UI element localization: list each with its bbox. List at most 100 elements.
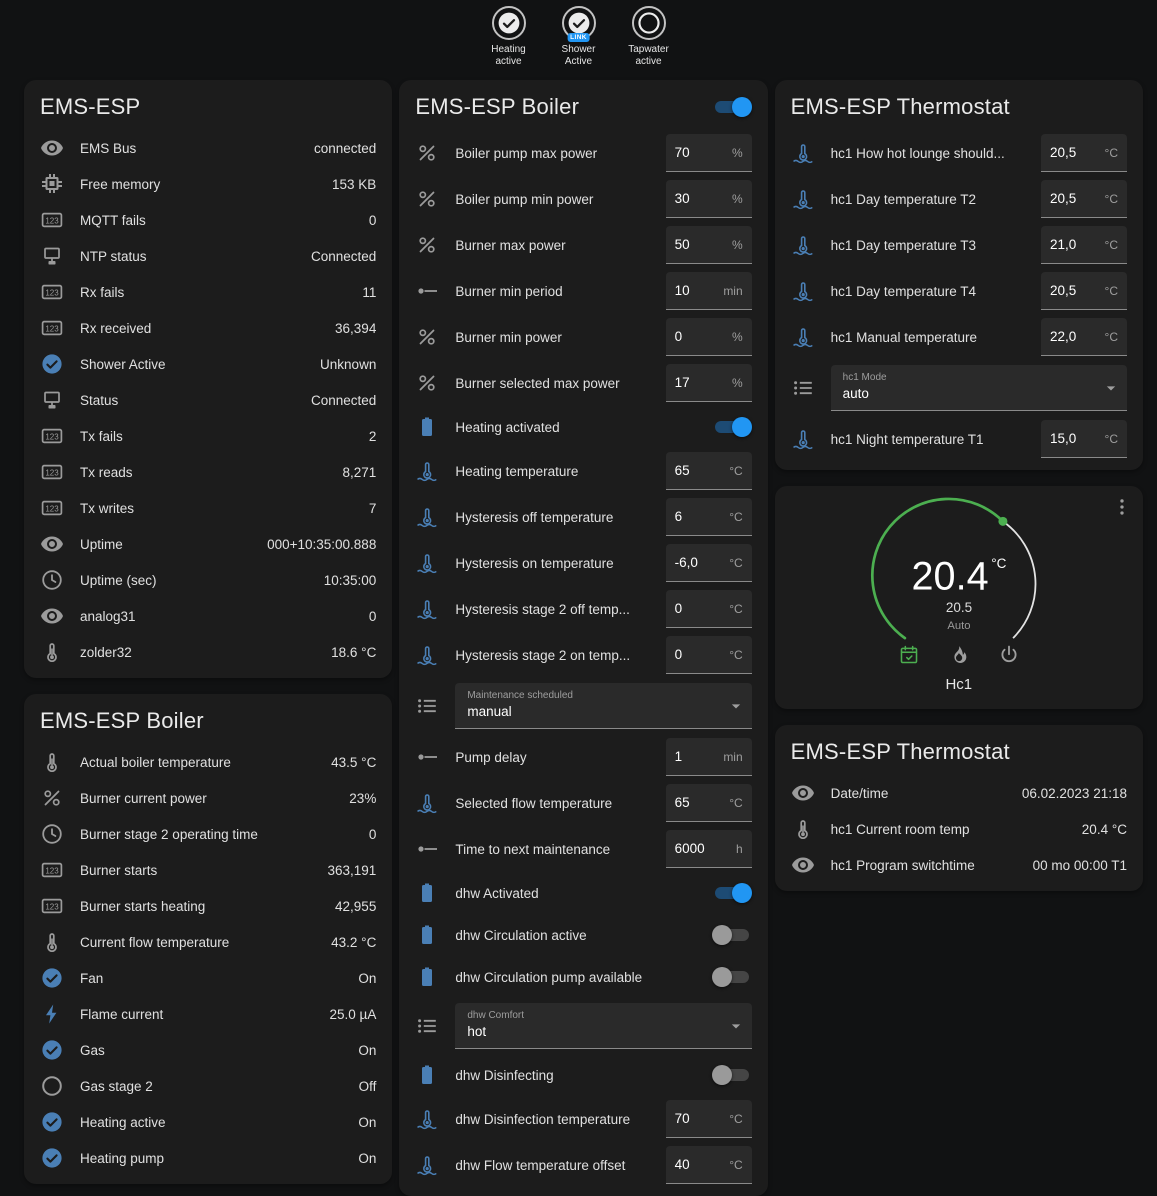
ntp-status-row[interactable]: NTP statusConnected — [24, 238, 392, 274]
fire-icon[interactable] — [948, 644, 970, 666]
rx-fails-row[interactable]: 123Rx fails11 — [24, 274, 392, 310]
tx-fails-row[interactable]: 123Tx fails2 — [24, 418, 392, 454]
entity-name: Uptime — [80, 537, 255, 552]
entity-name: Tx writes — [80, 501, 357, 516]
dots-vertical-icon[interactable] — [1111, 496, 1133, 518]
wave-thermo-icon — [791, 141, 815, 165]
entity-name: hc1 Day temperature T4 — [831, 284, 1029, 299]
pump-delay-row: Pump delay1min — [399, 734, 767, 780]
power-icon[interactable] — [998, 644, 1020, 666]
dhw-comfort-select[interactable]: dhw Comforthot — [455, 1003, 751, 1049]
heating-active-row[interactable]: Heating activeOn — [24, 1104, 392, 1140]
entity-name: Fan — [80, 971, 346, 986]
hc1-night-temperature-t1-input[interactable]: 15,0°C — [1041, 420, 1127, 458]
dhw-circulation-active-switch[interactable] — [712, 925, 752, 945]
badge-tapwater-active[interactable]: Tapwater active — [620, 6, 678, 72]
hysteresis-on-temperature-input[interactable]: -6,0°C — [666, 544, 752, 582]
burner-current-power-row[interactable]: Burner current power23% — [24, 780, 392, 816]
shower-active-row[interactable]: Shower ActiveUnknown — [24, 346, 392, 382]
hysteresis-off-temperature-input[interactable]: 6°C — [666, 498, 752, 536]
time-to-next-maintenance-input[interactable]: 6000h — [666, 830, 752, 868]
entity-state: 000+10:35:00.888 — [267, 537, 376, 552]
uptime-row[interactable]: Uptime 000+10:35:00.888 — [24, 526, 392, 562]
hc1-day-temperature-t4-input[interactable]: 20,5°C — [1041, 272, 1127, 310]
dhw-flow-temperature-offset-input[interactable]: 40°C — [666, 1146, 752, 1184]
boiler-pump-max-power-input[interactable]: 70% — [666, 134, 752, 172]
entity-name: Gas stage 2 — [80, 1079, 347, 1094]
dhw-activated-switch[interactable] — [712, 883, 752, 903]
burner-max-power-input[interactable]: 50% — [666, 226, 752, 264]
heating-pump-row[interactable]: Heating pumpOn — [24, 1140, 392, 1176]
check-circle-icon — [40, 966, 64, 990]
battery-icon — [415, 881, 439, 905]
hysteresis-stage-2-on-temp-input[interactable]: 0°C — [666, 636, 752, 674]
switch-knob — [732, 417, 752, 437]
entity-name: zolder32 — [80, 645, 319, 660]
burner-stage-2-operating-time-row[interactable]: Burner stage 2 operating time0 — [24, 816, 392, 852]
badge-heating-active[interactable]: Heating active — [480, 6, 538, 72]
dhw-disinfection-temperature-input[interactable]: 70°C — [666, 1100, 752, 1138]
hc1-mode-select[interactable]: hc1 Modeauto — [831, 365, 1127, 411]
entity-name: NTP status — [80, 249, 299, 264]
burner-starts-heating-row[interactable]: 123Burner starts heating42,955 — [24, 888, 392, 924]
heating-activated-switch[interactable] — [712, 417, 752, 437]
zolder32-row[interactable]: zolder3218.6 °C — [24, 634, 392, 670]
gas-stage-2-row[interactable]: Gas stage 2Off — [24, 1068, 392, 1104]
badge-shower-active[interactable]: LINKShower Active — [550, 6, 608, 72]
dhw-activated-row: dhw Activated — [399, 872, 767, 914]
hc1-how-hot-lounge-should-input[interactable]: 20,5°C — [1041, 134, 1127, 172]
ems-bus-row[interactable]: EMS Busconnected — [24, 130, 392, 166]
dhw-disinfecting-switch[interactable] — [712, 1065, 752, 1085]
rx-received-row[interactable]: 123Rx received36,394 — [24, 310, 392, 346]
hc1-day-temperature-t3-input[interactable]: 21,0°C — [1041, 226, 1127, 264]
circle-outline-icon — [636, 10, 662, 36]
entity-name: dhw Disinfecting — [455, 1068, 699, 1083]
input-unit: min — [723, 750, 742, 764]
card-title: EMS-ESP Thermostat — [791, 94, 1010, 120]
actual-boiler-temperature-row[interactable]: Actual boiler temperature43.5 °C — [24, 744, 392, 780]
boiler-pump-min-power-input[interactable]: 30% — [666, 180, 752, 218]
burner-min-period-input[interactable]: 10min — [666, 272, 752, 310]
selected-flow-temperature-input[interactable]: 65°C — [666, 784, 752, 822]
burner-min-power-input[interactable]: 0% — [666, 318, 752, 356]
burner-max-power-row: Burner max power50% — [399, 222, 767, 268]
badge-circle — [632, 6, 666, 40]
hysteresis-stage-2-off-temp-input[interactable]: 0°C — [666, 590, 752, 628]
input-value: 0 — [675, 601, 683, 616]
svg-text:123: 123 — [45, 468, 59, 477]
gas-row[interactable]: GasOn — [24, 1032, 392, 1068]
hc1-current-room-temp-row[interactable]: hc1 Current room temp20.4 °C — [775, 811, 1143, 847]
hc1-manual-temperature-input[interactable]: 22,0°C — [1041, 318, 1127, 356]
current-flow-temperature-row[interactable]: Current flow temperature43.2 °C — [24, 924, 392, 960]
analog31-row[interactable]: analog310 — [24, 598, 392, 634]
entity-name: Date/time — [831, 786, 1010, 801]
calendar-sync-icon[interactable] — [898, 644, 920, 666]
flame-current-row[interactable]: Flame current25.0 µA — [24, 996, 392, 1032]
target-temperature: 20.5 — [946, 600, 972, 615]
uptime-sec-row[interactable]: Uptime (sec)10:35:00 — [24, 562, 392, 598]
burner-selected-max-power-input[interactable]: 17% — [666, 364, 752, 402]
input-value: -6,0 — [675, 555, 698, 570]
input-value: 15,0 — [1050, 431, 1076, 446]
maintenance-scheduled-select[interactable]: Maintenance scheduledmanual — [455, 683, 751, 729]
tx-reads-row[interactable]: 123Tx reads8,271 — [24, 454, 392, 490]
hc1-program-switchtime-row[interactable]: hc1 Program switchtime00 mo 00:00 T1 — [775, 847, 1143, 883]
tx-writes-row[interactable]: 123Tx writes7 — [24, 490, 392, 526]
date-time-row[interactable]: Date/time06.02.2023 21:18 — [775, 775, 1143, 811]
status-row[interactable]: StatusConnected — [24, 382, 392, 418]
mqtt-fails-row[interactable]: 123MQTT fails0 — [24, 202, 392, 238]
entity-name: Selected flow temperature — [455, 796, 653, 811]
burner-starts-row[interactable]: 123Burner starts363,191 — [24, 852, 392, 888]
card-title: EMS-ESP Boiler — [415, 94, 579, 120]
pump-delay-input[interactable]: 1min — [666, 738, 752, 776]
free-memory-row[interactable]: Free memory153 KB — [24, 166, 392, 202]
hc1-day-temperature-t2-row: hc1 Day temperature T220,5°C — [775, 176, 1143, 222]
dhw-circulation-pump-available-switch[interactable] — [712, 967, 752, 987]
heating-temperature-input[interactable]: 65°C — [666, 452, 752, 490]
ems-esp-boiler-master-switch[interactable] — [712, 97, 752, 117]
heating-temperature-row: Heating temperature65°C — [399, 448, 767, 494]
hc1-day-temperature-t2-input[interactable]: 20,5°C — [1041, 180, 1127, 218]
badge-label: Shower Active — [550, 44, 608, 68]
dial-handle[interactable] — [998, 517, 1007, 526]
fan-row[interactable]: FanOn — [24, 960, 392, 996]
